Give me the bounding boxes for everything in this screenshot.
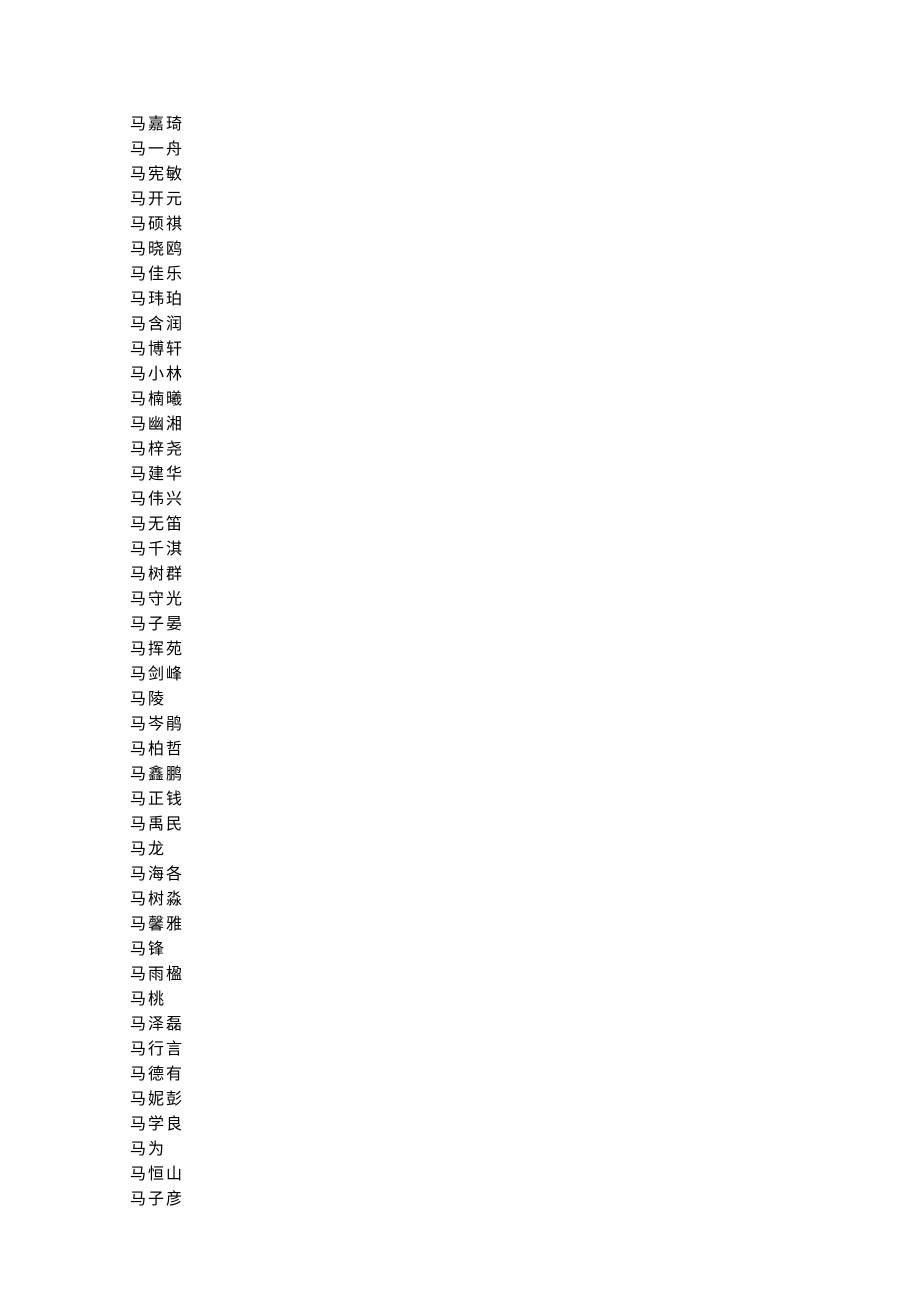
name-item: 马妮彭 bbox=[130, 1087, 920, 1112]
name-item: 马子晏 bbox=[130, 612, 920, 637]
name-item: 马一舟 bbox=[130, 137, 920, 162]
name-item: 马龙 bbox=[130, 837, 920, 862]
name-item: 马柏哲 bbox=[130, 737, 920, 762]
name-item: 马楠曦 bbox=[130, 387, 920, 412]
name-item: 马玮珀 bbox=[130, 287, 920, 312]
name-item: 马幽湘 bbox=[130, 412, 920, 437]
name-item: 马挥苑 bbox=[130, 637, 920, 662]
name-list: 马嘉琦马一舟马宪敏马开元马硕祺马晓鸥马佳乐马玮珀马含润马博轩马小林马楠曦马幽湘马… bbox=[130, 112, 920, 1212]
name-item: 马鑫鹏 bbox=[130, 762, 920, 787]
name-item: 马千淇 bbox=[130, 537, 920, 562]
name-item: 马晓鸥 bbox=[130, 237, 920, 262]
name-item: 马宪敏 bbox=[130, 162, 920, 187]
name-item: 马博轩 bbox=[130, 337, 920, 362]
name-item: 马守光 bbox=[130, 587, 920, 612]
name-item: 马海各 bbox=[130, 862, 920, 887]
name-item: 马梓尧 bbox=[130, 437, 920, 462]
name-item: 马硕祺 bbox=[130, 212, 920, 237]
name-item: 马无笛 bbox=[130, 512, 920, 537]
name-item: 马树群 bbox=[130, 562, 920, 587]
name-item: 马学良 bbox=[130, 1112, 920, 1137]
name-item: 马锋 bbox=[130, 937, 920, 962]
name-item: 马恒山 bbox=[130, 1162, 920, 1187]
name-item: 马小林 bbox=[130, 362, 920, 387]
name-item: 马子彦 bbox=[130, 1187, 920, 1212]
name-item: 马开元 bbox=[130, 187, 920, 212]
name-item: 马剑峰 bbox=[130, 662, 920, 687]
name-item: 马行言 bbox=[130, 1037, 920, 1062]
name-item: 马馨雅 bbox=[130, 912, 920, 937]
name-item: 马泽磊 bbox=[130, 1012, 920, 1037]
name-item: 马嘉琦 bbox=[130, 112, 920, 137]
name-item: 马伟兴 bbox=[130, 487, 920, 512]
name-item: 马岑鹃 bbox=[130, 712, 920, 737]
name-item: 马陵 bbox=[130, 687, 920, 712]
name-item: 马佳乐 bbox=[130, 262, 920, 287]
name-item: 马建华 bbox=[130, 462, 920, 487]
name-item: 马桃 bbox=[130, 987, 920, 1012]
name-item: 马含润 bbox=[130, 312, 920, 337]
name-item: 马德有 bbox=[130, 1062, 920, 1087]
name-item: 马树淼 bbox=[130, 887, 920, 912]
name-item: 马雨楹 bbox=[130, 962, 920, 987]
name-item: 马禹民 bbox=[130, 812, 920, 837]
name-item: 马正钱 bbox=[130, 787, 920, 812]
name-item: 马为 bbox=[130, 1137, 920, 1162]
